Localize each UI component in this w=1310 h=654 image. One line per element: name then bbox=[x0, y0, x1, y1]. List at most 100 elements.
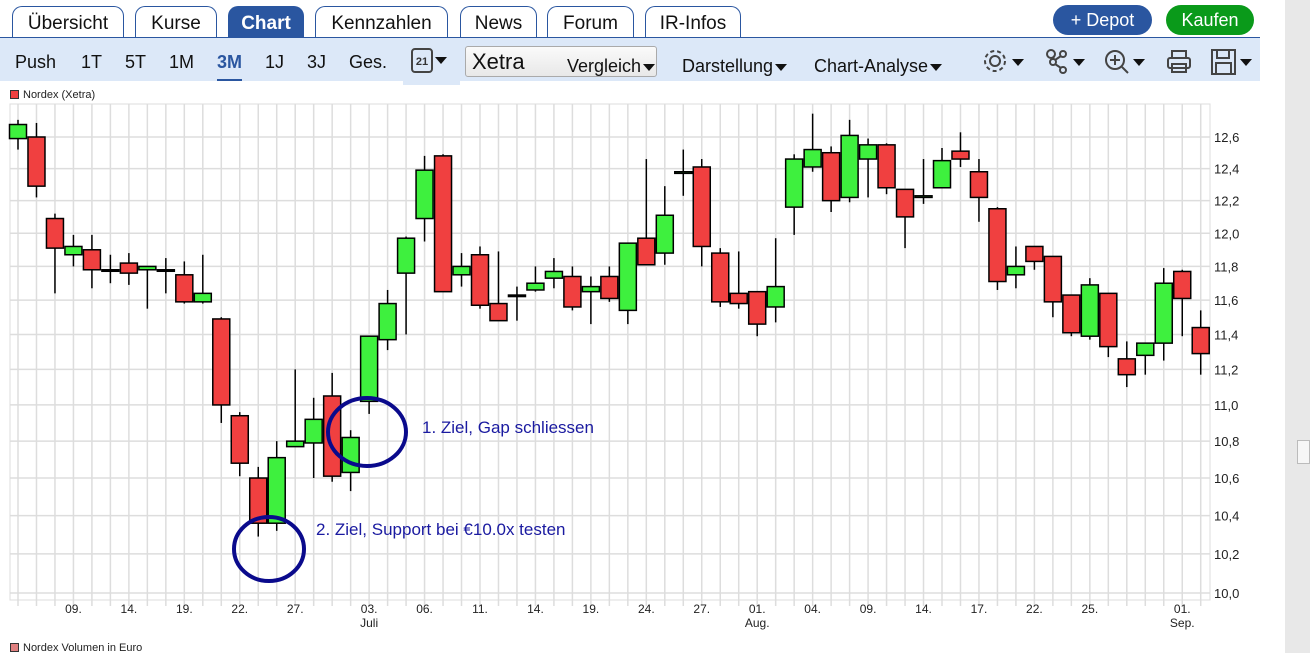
candle-body bbox=[1154, 282, 1174, 344]
x-tick-month-label: Sep. bbox=[1170, 616, 1195, 630]
candle bbox=[470, 246, 490, 309]
candle-body bbox=[1172, 270, 1192, 300]
candle-body bbox=[101, 269, 120, 273]
candle-body bbox=[969, 171, 989, 199]
candle-body bbox=[988, 208, 1007, 283]
candle bbox=[988, 207, 1007, 290]
annotation-text-2: 2. Ziel, Support bei €10.0x testen bbox=[316, 520, 566, 539]
candle-body bbox=[674, 171, 693, 175]
x-tick-label: 27. bbox=[287, 602, 304, 616]
x-tick-label: 01. bbox=[1174, 602, 1191, 616]
y-tick-label: 12,4 bbox=[1214, 162, 1239, 177]
candle-body bbox=[821, 151, 841, 202]
x-tick-label: 22. bbox=[231, 602, 248, 616]
candlestick-chart[interactable]: 10,0 10,2 10,4 10,6 10,8 11,0 11,2 11,4 11,6 11,8… bbox=[0, 0, 1260, 640]
y-tick-label: 10,6 bbox=[1214, 471, 1239, 486]
candle-body bbox=[563, 275, 582, 308]
y-tick-label: 11,8 bbox=[1214, 259, 1238, 274]
page-scrollbar[interactable] bbox=[1285, 0, 1310, 653]
side-widget-button[interactable] bbox=[1297, 440, 1310, 464]
x-tick-label: 14. bbox=[915, 602, 932, 616]
candle-body bbox=[858, 144, 878, 160]
x-tick-label: 19. bbox=[176, 602, 193, 616]
x-tick-label: 22. bbox=[1026, 602, 1043, 616]
candle-body bbox=[452, 265, 471, 276]
y-tick-label: 10,4 bbox=[1214, 509, 1239, 524]
x-tick-label: 14. bbox=[527, 602, 544, 616]
candle-body bbox=[470, 254, 490, 307]
candle-body bbox=[304, 418, 323, 444]
candle-body bbox=[710, 252, 730, 303]
candle-body bbox=[803, 148, 822, 168]
candle-body bbox=[747, 290, 767, 325]
candle-body bbox=[1006, 265, 1026, 276]
candle-body bbox=[840, 134, 859, 199]
y-tick-label: 10,0 bbox=[1214, 586, 1239, 601]
candle-body bbox=[895, 188, 915, 218]
x-tick-label: 14. bbox=[121, 602, 138, 616]
candle bbox=[1080, 278, 1100, 340]
candle-body bbox=[784, 158, 804, 208]
candle-body bbox=[692, 166, 712, 248]
candle-body bbox=[27, 136, 46, 187]
candle-body bbox=[1062, 294, 1081, 334]
candle-body bbox=[544, 270, 564, 279]
candle-body bbox=[193, 292, 213, 303]
candle-body bbox=[378, 302, 397, 341]
x-tick-label: 03. bbox=[361, 602, 378, 616]
legend-swatch bbox=[10, 643, 19, 652]
x-tick-label: 24. bbox=[638, 602, 655, 616]
x-tick-label: 09. bbox=[860, 602, 877, 616]
x-tick-label: 25. bbox=[1081, 602, 1098, 616]
candle-body bbox=[729, 292, 748, 305]
candle bbox=[433, 154, 453, 293]
candle-body bbox=[600, 275, 619, 300]
x-tick-label: 17. bbox=[971, 602, 988, 616]
x-tick-label: 06. bbox=[416, 602, 433, 616]
candle-body bbox=[637, 237, 656, 266]
annotation-text-1: 1. Ziel, Gap schliessen bbox=[422, 418, 594, 437]
y-tick-label: 11,0 bbox=[1214, 398, 1238, 413]
candle-body bbox=[1025, 245, 1044, 263]
candle-body bbox=[8, 123, 28, 140]
candle-body bbox=[951, 150, 970, 160]
candle-body bbox=[285, 440, 305, 448]
candle-body bbox=[267, 456, 286, 524]
y-tick-label: 12,6 bbox=[1214, 130, 1239, 145]
x-tick-label: 01. bbox=[749, 602, 766, 616]
candle-body bbox=[138, 265, 157, 271]
candle-body bbox=[156, 269, 176, 273]
candle-body bbox=[1099, 292, 1118, 348]
candle-body bbox=[766, 285, 785, 308]
y-tick-label: 11,2 bbox=[1214, 362, 1238, 377]
candle bbox=[710, 248, 730, 307]
candle-body bbox=[64, 245, 83, 256]
y-tick-label: 10,2 bbox=[1214, 547, 1239, 562]
candle-body bbox=[489, 302, 508, 322]
candle-body bbox=[1117, 358, 1137, 376]
candle bbox=[877, 143, 896, 195]
y-tick-label: 12,2 bbox=[1214, 194, 1239, 209]
x-tick-label: 27. bbox=[693, 602, 710, 616]
candle-body bbox=[433, 155, 453, 293]
candle-body bbox=[1043, 255, 1063, 303]
candle-body bbox=[341, 436, 360, 474]
candle-body bbox=[45, 217, 65, 249]
candle-body bbox=[1080, 284, 1100, 337]
y-tick-label: 11,6 bbox=[1214, 293, 1238, 308]
volume-legend: Nordex Volumen in Euro bbox=[10, 642, 142, 654]
x-tick-label: 11. bbox=[472, 602, 488, 616]
y-tick-label: 10,8 bbox=[1214, 434, 1239, 449]
candle-body bbox=[877, 144, 896, 189]
candle-body bbox=[175, 274, 194, 303]
candle-body bbox=[507, 294, 527, 298]
candle-body bbox=[618, 242, 638, 312]
candle-body bbox=[581, 285, 601, 293]
candle-body bbox=[230, 414, 250, 464]
candle-body bbox=[212, 318, 231, 406]
x-tick-label: 04. bbox=[804, 602, 821, 616]
x-tick-month-label: Aug. bbox=[745, 616, 770, 630]
x-tick-month-label: Juli bbox=[360, 616, 378, 630]
candle bbox=[1062, 294, 1081, 337]
candle-body bbox=[1136, 342, 1155, 357]
